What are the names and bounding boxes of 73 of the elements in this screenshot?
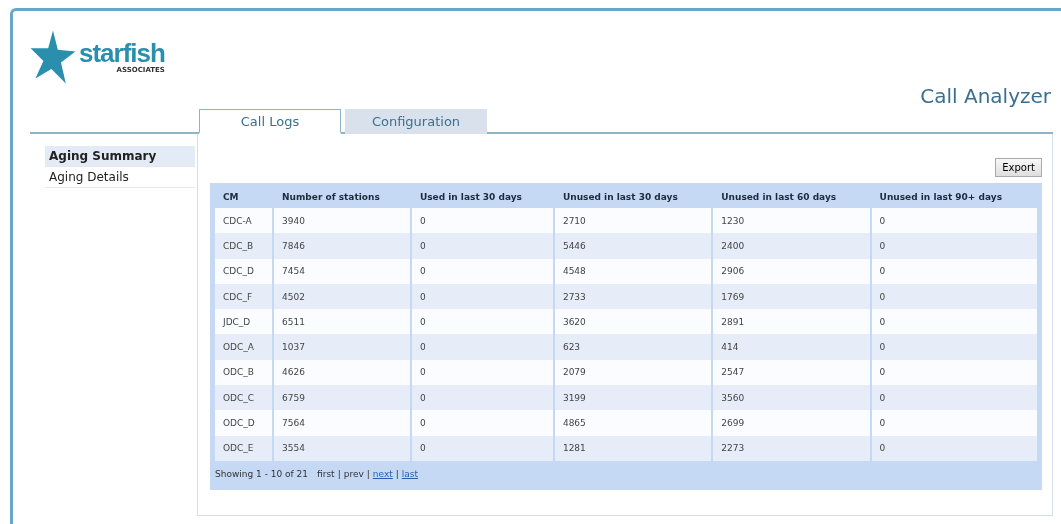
table-cell: 0 <box>411 359 553 386</box>
app-title: Call Analyzer <box>920 84 1051 108</box>
pager-separator: | <box>395 468 399 479</box>
table-cell: 0 <box>871 435 1037 461</box>
tab[interactable]: Call Logs <box>199 109 341 134</box>
table-cell: 2906 <box>713 258 870 284</box>
table-cell: 2710 <box>554 208 712 234</box>
table-cell: 2547 <box>713 359 870 386</box>
sidebar-item[interactable]: Aging Summary <box>45 146 195 167</box>
table-cell: 7454 <box>274 258 410 284</box>
table-cell: CDC_F <box>215 283 272 310</box>
table-cell: 0 <box>871 208 1037 234</box>
table-cell: 4502 <box>274 283 410 310</box>
table-cell: 3560 <box>713 385 870 411</box>
table-cell: 0 <box>411 258 553 284</box>
table-cell: 0 <box>871 283 1037 310</box>
table-cell: 0 <box>871 334 1037 360</box>
table-cell: 2400 <box>713 233 870 259</box>
table-cell: 0 <box>411 334 553 360</box>
table-cell: 0 <box>871 385 1037 411</box>
table-cell: 1769 <box>713 283 870 310</box>
table-cell: 3554 <box>274 435 410 461</box>
table-cell: 0 <box>411 410 553 436</box>
table-cell: 0 <box>411 233 553 259</box>
table-cell: CDC_D <box>215 258 272 284</box>
table-cell: 5446 <box>554 233 712 259</box>
table-cell: 4865 <box>554 410 712 436</box>
sidebar-item[interactable]: Aging Details <box>45 167 195 188</box>
table-cell: 0 <box>871 309 1037 335</box>
table-cell: 0 <box>411 208 553 234</box>
table-cell: ODC_A <box>215 334 272 360</box>
tab[interactable]: Configuration <box>345 109 487 134</box>
table-cell: 4626 <box>274 359 410 386</box>
table-cell: 1037 <box>274 334 410 360</box>
table-cell: 2891 <box>713 309 870 335</box>
table-cell: 2079 <box>554 359 712 386</box>
table-cell: 0 <box>871 359 1037 386</box>
table-cell: 6511 <box>274 309 410 335</box>
pager-separator: | <box>337 468 341 479</box>
table-cell: 0 <box>871 258 1037 284</box>
table-cell: 1281 <box>554 435 712 461</box>
table-cell: 0 <box>411 385 553 411</box>
table-cell: 6759 <box>274 385 410 411</box>
table-cell: 0 <box>871 410 1037 436</box>
table-cell: ODC_E <box>215 435 272 461</box>
table-cell: JDC_D <box>215 309 272 335</box>
export-button[interactable]: Export <box>995 158 1042 177</box>
table-cell: CDC_B <box>215 233 272 259</box>
table-cell: CDC-A <box>215 208 272 234</box>
table-cell: 3940 <box>274 208 410 234</box>
table-cell: 414 <box>713 334 870 360</box>
pager-separator: | <box>366 468 370 479</box>
table-cell: 7564 <box>274 410 410 436</box>
table-cell: 0 <box>411 435 553 461</box>
table-cell: ODC_B <box>215 359 272 386</box>
table-cell: ODC_C <box>215 385 272 411</box>
pager-summary: Showing 1 - 10 of 21 <box>215 468 309 479</box>
table-cell: 2733 <box>554 283 712 310</box>
table-cell: 623 <box>554 334 712 360</box>
table-cell: 0 <box>411 283 553 310</box>
table-cell: 4548 <box>554 258 712 284</box>
pager-link[interactable]: next <box>372 468 393 479</box>
table-cell: 3199 <box>554 385 712 411</box>
table-cell: 7846 <box>274 233 410 259</box>
pager-link[interactable]: last <box>401 468 419 479</box>
table-cell: 0 <box>871 233 1037 259</box>
table-cell: 0 <box>411 309 553 335</box>
table-cell: 1230 <box>713 208 870 234</box>
logo-wordmark: starfish <box>79 40 165 66</box>
table-cell: 2273 <box>713 435 870 461</box>
table-cell: ODC_D <box>215 410 272 436</box>
table-cell: 2699 <box>713 410 870 436</box>
table-cell: 3620 <box>554 309 712 335</box>
